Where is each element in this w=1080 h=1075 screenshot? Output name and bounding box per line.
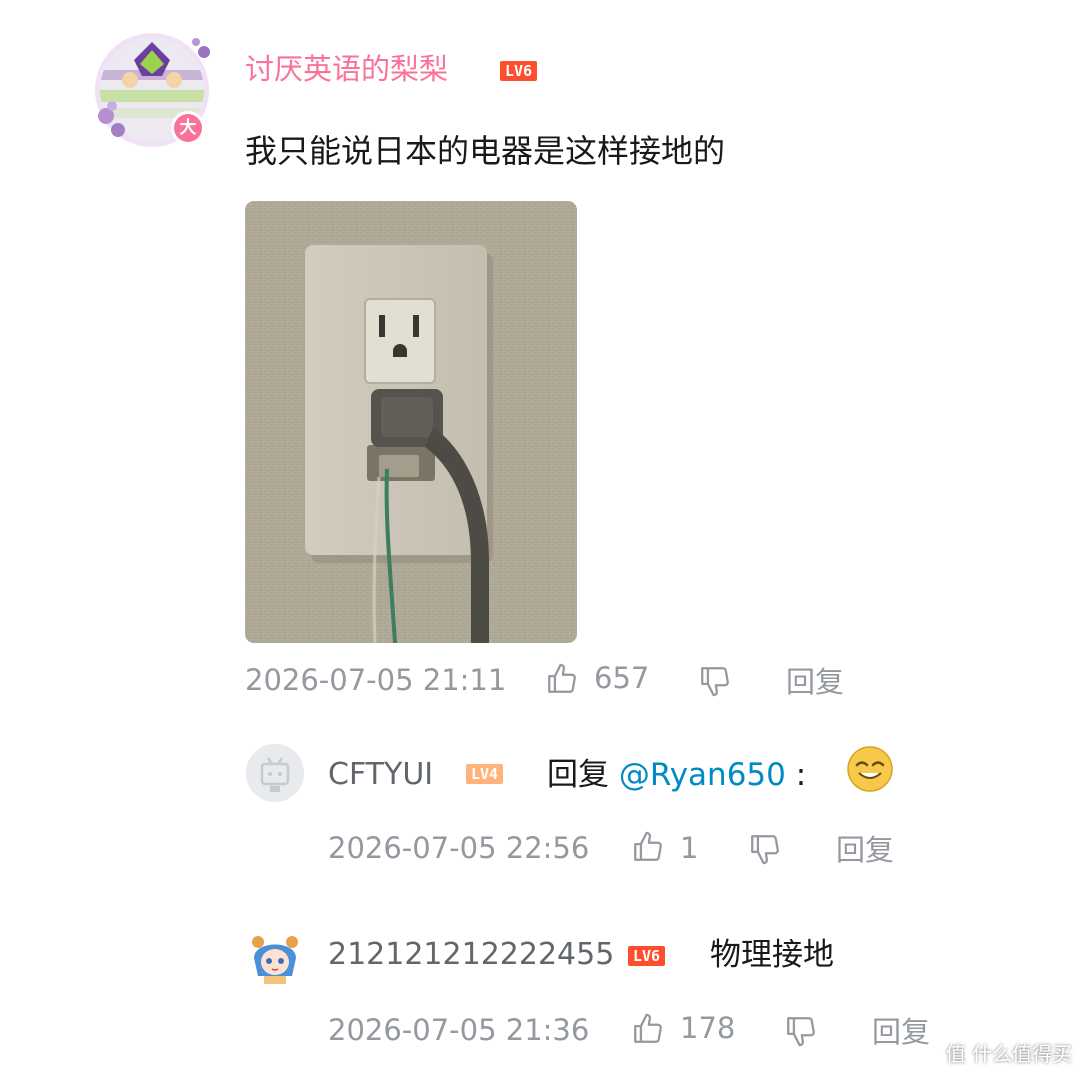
reply-username[interactable]: 212121212222455 [328, 936, 614, 974]
avatar[interactable] [246, 744, 304, 802]
smirk-emoji-icon [846, 745, 894, 797]
timestamp: 2026-07-05 22:56 [328, 831, 590, 865]
dislike-icon[interactable] [784, 1014, 818, 1052]
avatar[interactable] [246, 928, 304, 986]
timestamp: 2026-07-05 21:36 [328, 1013, 590, 1047]
dislike-icon[interactable] [748, 832, 782, 870]
reply-text: 回复 @Ryan650 : [547, 756, 806, 794]
reply-button[interactable]: 回复 [786, 664, 844, 700]
level-badge: LV6 [500, 61, 538, 81]
watermark: 值 什么值得买 [945, 1042, 1072, 1066]
like-icon[interactable] [545, 662, 579, 700]
like-icon[interactable] [631, 1012, 665, 1050]
like-count: 1 [680, 831, 699, 865]
like-icon[interactable] [631, 830, 665, 868]
like-count: 657 [594, 661, 650, 695]
separator: : [795, 757, 807, 793]
reply-button[interactable]: 回复 [836, 832, 894, 868]
like-count: 178 [680, 1011, 736, 1045]
reply-prefix: 回复 [547, 757, 609, 793]
username[interactable]: 讨厌英语的梨梨 [245, 51, 448, 87]
level-badge: LV4 [466, 764, 504, 784]
comment-text: 我只能说日本的电器是这样接地的 [245, 132, 726, 170]
timestamp: 2026-07-05 21:11 [245, 663, 507, 697]
reply-text: 物理接地 [710, 937, 834, 973]
comment-image[interactable] [245, 201, 577, 643]
reply-username[interactable]: CFTYUI [328, 756, 433, 794]
mention-link[interactable]: @Ryan650 [619, 757, 786, 793]
dislike-icon[interactable] [698, 664, 732, 702]
level-badge: LV6 [628, 946, 666, 966]
avatar[interactable]: 大 [92, 30, 212, 150]
reply-button[interactable]: 回复 [872, 1014, 930, 1050]
avatar-badge: 大 [179, 118, 197, 138]
